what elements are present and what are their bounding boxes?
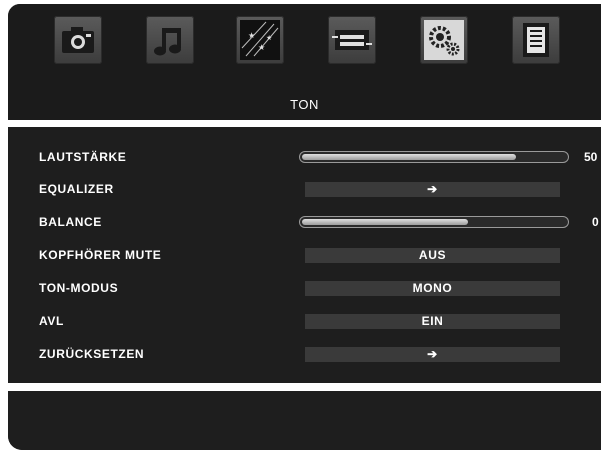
volume-slider-fill bbox=[302, 154, 516, 160]
divider bbox=[8, 120, 601, 127]
document-icon[interactable] bbox=[512, 16, 560, 64]
sound-mode-row[interactable]: TON-MODUS MONO bbox=[8, 278, 601, 302]
volume-value: 50 bbox=[584, 150, 598, 164]
equalizer-row[interactable]: EQUALIZER ➔ bbox=[8, 179, 601, 203]
settings-gears-icon[interactable] bbox=[420, 16, 468, 64]
reset-row[interactable]: ZURÜCKSETZEN ➔ bbox=[8, 344, 601, 368]
volume-slider[interactable] bbox=[299, 151, 569, 163]
volume-label: LAUTSTÄRKE bbox=[39, 150, 127, 164]
volume-row[interactable]: LAUTSTÄRKE 50 bbox=[8, 147, 601, 171]
balance-slider-fill bbox=[302, 219, 468, 225]
sound-mode-label: TON-MODUS bbox=[39, 281, 119, 295]
avl-label: AVL bbox=[39, 314, 64, 328]
menu-header: ★ ★ ★ TON bbox=[8, 4, 601, 120]
camera-icon[interactable] bbox=[54, 16, 102, 64]
balance-label: BALANCE bbox=[39, 215, 102, 229]
equalizer-arrow-button[interactable]: ➔ bbox=[305, 182, 560, 197]
avl-value[interactable]: EIN bbox=[305, 314, 560, 329]
balance-row[interactable]: BALANCE 0 bbox=[8, 212, 601, 236]
equalizer-label: EQUALIZER bbox=[39, 182, 114, 196]
balance-value: 0 bbox=[592, 215, 599, 229]
headphone-mute-row[interactable]: KOPFHÖRER MUTE AUS bbox=[8, 245, 601, 269]
avl-row[interactable]: AVL EIN bbox=[8, 311, 601, 335]
svg-text:★: ★ bbox=[258, 43, 265, 52]
headphone-mute-label: KOPFHÖRER MUTE bbox=[39, 248, 162, 262]
settings-list: LAUTSTÄRKE 50 EQUALIZER ➔ BALANCE 0 KOPF… bbox=[8, 127, 601, 383]
stars-icon[interactable]: ★ ★ ★ bbox=[236, 16, 284, 64]
menu-footer bbox=[8, 391, 601, 450]
sound-mode-value[interactable]: MONO bbox=[305, 281, 560, 296]
cables-icon[interactable] bbox=[328, 16, 376, 64]
tv-menu: ★ ★ ★ TON LAUTSTÄRKE 50 EQUALIZER ➔ BALA… bbox=[8, 4, 601, 450]
divider bbox=[8, 383, 601, 391]
balance-slider[interactable] bbox=[299, 216, 569, 228]
svg-text:★: ★ bbox=[266, 34, 272, 42]
svg-text:★: ★ bbox=[248, 31, 255, 40]
page-title: TON bbox=[290, 97, 319, 112]
reset-arrow-button[interactable]: ➔ bbox=[305, 347, 560, 362]
reset-label: ZURÜCKSETZEN bbox=[39, 347, 145, 361]
headphone-mute-value[interactable]: AUS bbox=[305, 248, 560, 263]
music-note-icon[interactable] bbox=[146, 16, 194, 64]
